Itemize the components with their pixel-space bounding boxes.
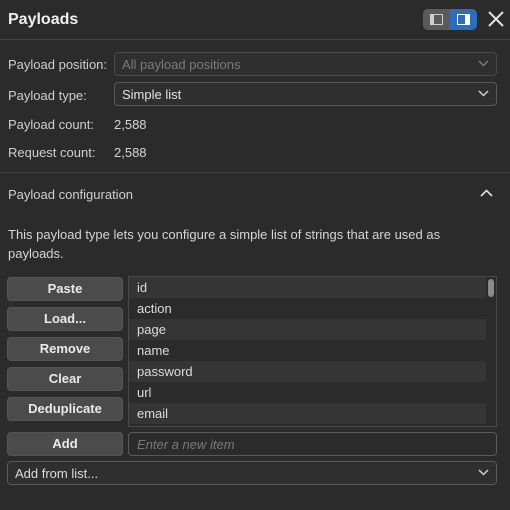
layout-toggle-right[interactable] [450, 9, 477, 30]
list-item[interactable]: password [129, 361, 486, 382]
payload-position-value: All payload positions [122, 57, 241, 72]
chevron-down-icon [478, 469, 489, 476]
list-item[interactable]: id [129, 277, 486, 298]
chevron-up-icon[interactable] [480, 189, 493, 197]
request-count-value: 2,588 [114, 145, 147, 160]
add-button[interactable]: Add [7, 432, 123, 456]
payload-type-description: This payload type lets you configure a s… [8, 227, 441, 261]
list-item[interactable]: page [129, 319, 486, 340]
payload-count-label: Payload count: [8, 117, 95, 132]
request-count-label: Request count: [8, 145, 96, 160]
remove-button[interactable]: Remove [7, 337, 123, 361]
load-button[interactable]: Load... [7, 307, 123, 331]
add-from-list-value: Add from list... [15, 466, 99, 481]
chevron-down-icon [478, 60, 489, 67]
layout-toggle-left[interactable] [423, 9, 450, 30]
list-item[interactable]: name [129, 340, 486, 361]
deduplicate-button[interactable]: Deduplicate [7, 397, 123, 421]
payload-position-select: All payload positions [114, 52, 497, 76]
layout-toggle[interactable] [423, 9, 477, 30]
payloads-panel: Payloads Payload position: All payload p… [0, 0, 510, 510]
list-scrollbar[interactable] [488, 279, 494, 297]
payload-configuration-title: Payload configuration [8, 187, 134, 202]
close-icon[interactable] [487, 10, 505, 28]
add-from-list-select[interactable]: Add from list... [7, 461, 497, 485]
panel-title: Payloads [8, 11, 79, 28]
payload-type-label: Payload type: [8, 88, 87, 103]
paste-button[interactable]: Paste [7, 277, 123, 301]
payload-type-select[interactable]: Simple list [114, 82, 497, 106]
payload-position-label: Payload position: [8, 57, 108, 72]
sidebar-right-icon [457, 14, 470, 25]
list-item[interactable]: url [129, 382, 486, 403]
list-item[interactable]: action [129, 298, 486, 319]
list-item[interactable]: email [129, 403, 486, 424]
sidebar-left-icon [430, 14, 443, 25]
section-divider [0, 172, 510, 173]
new-item-input[interactable] [128, 432, 497, 456]
payload-count-value: 2,588 [114, 117, 147, 132]
payload-type-value: Simple list [122, 87, 182, 102]
panel-header: Payloads [0, 0, 510, 40]
clear-button[interactable]: Clear [7, 367, 123, 391]
payload-list[interactable]: id action page name password url email [128, 276, 497, 427]
chevron-down-icon [478, 90, 489, 97]
